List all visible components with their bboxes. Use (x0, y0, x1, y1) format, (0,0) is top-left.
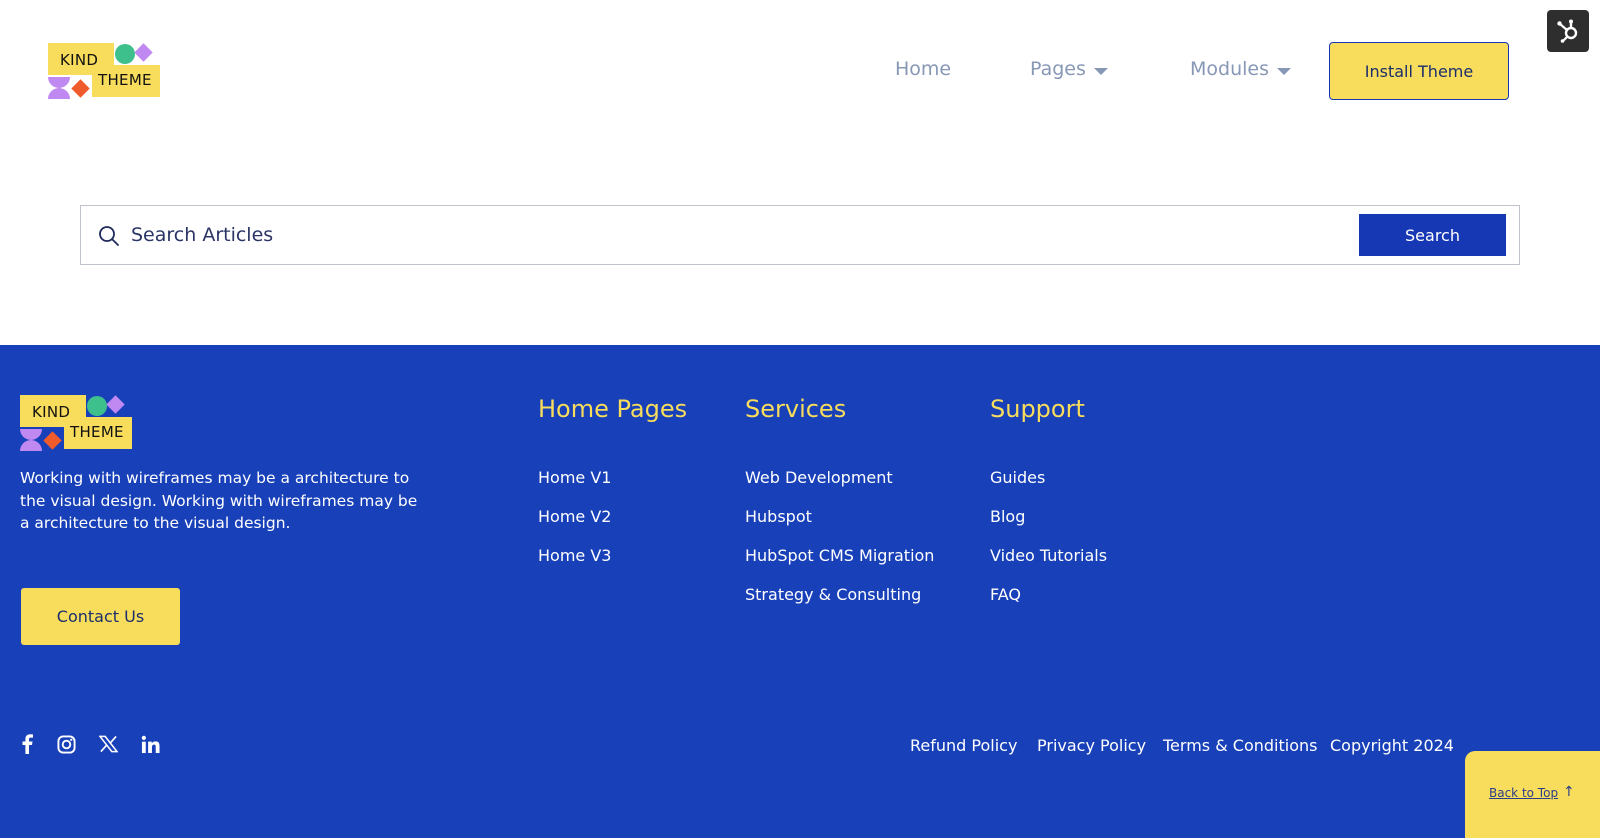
footer-link-video-tutorials[interactable]: Video Tutorials (990, 546, 1107, 565)
linkedin-icon[interactable] (139, 733, 161, 755)
footer-heading-home-pages: Home Pages (538, 395, 688, 423)
refund-policy-link[interactable]: Refund Policy (910, 736, 1017, 755)
footer-link-faq[interactable]: FAQ (990, 585, 1021, 604)
nav-pages[interactable]: Pages (1030, 58, 1086, 80)
chevron-down-icon[interactable] (1277, 68, 1291, 75)
logo-orange-diamond-shape (43, 431, 62, 450)
privacy-policy-link[interactable]: Privacy Policy (1037, 736, 1146, 755)
footer-description: Working with wireframes may be a archite… (20, 469, 418, 532)
search-icon (99, 226, 119, 246)
footer-heading-support: Support (990, 395, 1085, 423)
logo-circle-shape (87, 396, 107, 416)
logo-orange-diamond-shape (71, 79, 90, 98)
footer-link-guides[interactable]: Guides (990, 468, 1045, 487)
instagram-icon (56, 734, 76, 754)
back-to-top-label[interactable]: Back to Top (1489, 786, 1558, 800)
back-to-top-button[interactable]: Back to Top ↑ (1465, 751, 1600, 838)
logo-circle-shape (115, 44, 135, 64)
logo-half-circle-shape (48, 77, 70, 88)
logo-diamond-shape (134, 43, 153, 62)
footer-link-home-v2[interactable]: Home V2 (538, 507, 611, 526)
contact-us-button[interactable]: Contact Us (21, 588, 180, 645)
footer-link-web-development[interactable]: Web Development (745, 468, 893, 487)
facebook-icon (22, 734, 33, 754)
logo-half-circle-shape (20, 429, 42, 440)
chevron-down-icon[interactable] (1094, 68, 1108, 75)
footer-link-home-v3[interactable]: Home V3 (538, 546, 611, 565)
copyright-text: Copyright 2024 (1330, 736, 1454, 755)
logo-diamond-shape (106, 395, 125, 414)
instagram-icon[interactable] (55, 733, 77, 755)
hubspot-sprocket-icon[interactable] (1547, 10, 1589, 52)
site-footer: KIND THEME Working with wireframes may b… (0, 345, 1600, 838)
install-theme-button[interactable]: Install Theme (1329, 42, 1509, 100)
logo-text-theme: THEME (98, 71, 152, 89)
logo-text-theme: THEME (70, 423, 124, 441)
search-button[interactable]: Search (1359, 214, 1506, 256)
footer-link-hubspot[interactable]: Hubspot (745, 507, 812, 526)
terms-conditions-link[interactable]: Terms & Conditions (1163, 736, 1317, 755)
hubspot-sprocket-icon (1557, 19, 1578, 43)
site-logo[interactable]: KIND THEME (48, 43, 160, 101)
x-icon[interactable] (97, 733, 119, 755)
facebook-icon[interactable] (16, 733, 38, 755)
nav-modules[interactable]: Modules (1190, 58, 1269, 80)
logo-half-circle-shape (48, 88, 70, 99)
footer-logo[interactable]: KIND THEME (20, 395, 132, 453)
footer-link-strategy-consulting[interactable]: Strategy & Consulting (745, 585, 921, 604)
logo-text-kind: KIND (60, 51, 99, 69)
x-icon (98, 735, 118, 753)
logo-text-kind: KIND (32, 403, 71, 421)
article-search-bar: Search (80, 205, 1520, 265)
nav-home[interactable]: Home (895, 58, 951, 80)
footer-link-hubspot-cms-migration[interactable]: HubSpot CMS Migration (745, 546, 934, 565)
arrow-up-icon: ↑ (1563, 784, 1575, 800)
search-input[interactable] (131, 218, 1331, 252)
site-header: KIND THEME Home Pages Modules Install Th… (0, 0, 1600, 140)
footer-heading-services: Services (745, 395, 847, 423)
logo-half-circle-shape (20, 440, 42, 451)
footer-link-blog[interactable]: Blog (990, 507, 1025, 526)
footer-link-home-v1[interactable]: Home V1 (538, 468, 611, 487)
linkedin-icon (141, 735, 160, 753)
